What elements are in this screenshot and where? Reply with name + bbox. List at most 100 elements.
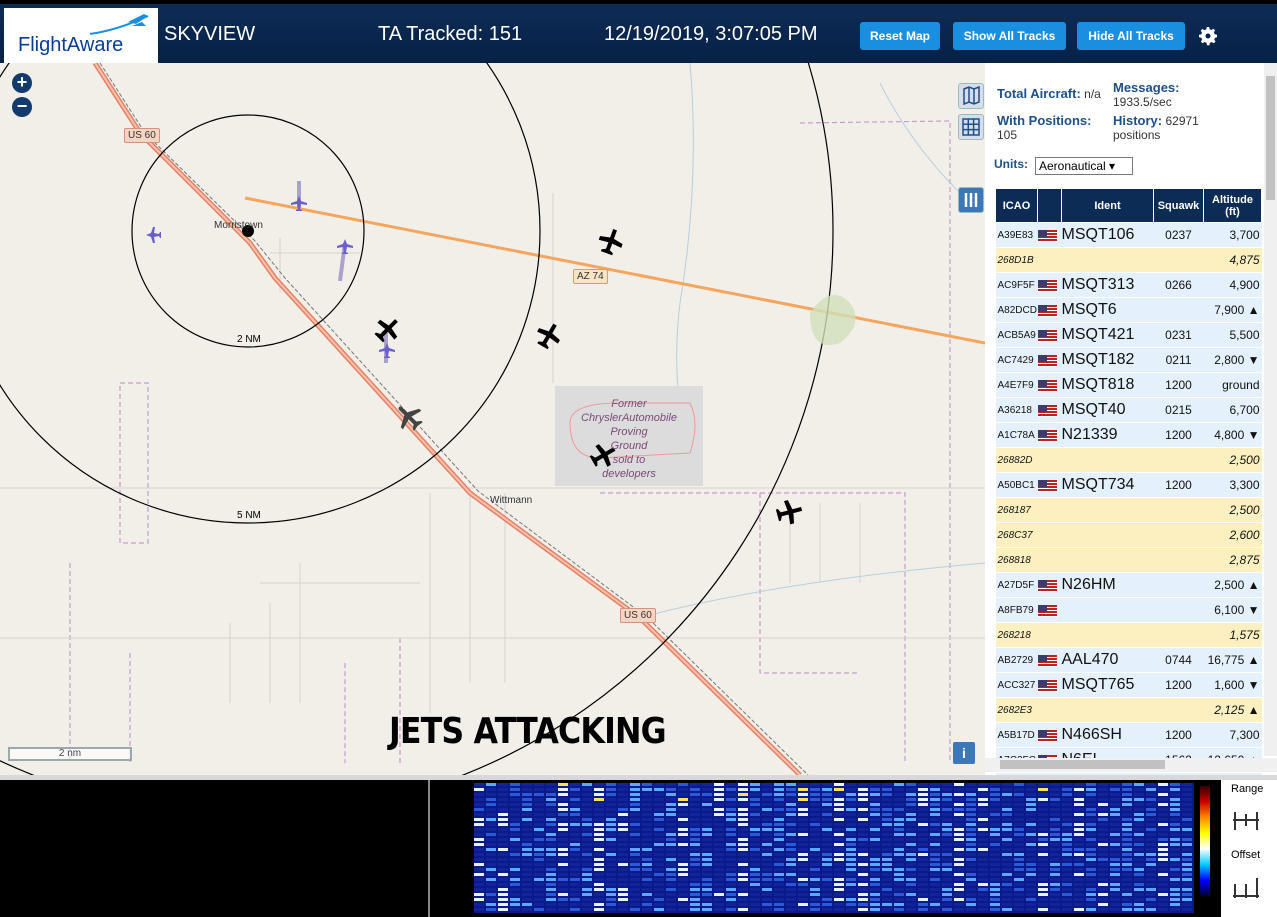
icao-cell: A8FB79 <box>995 597 1038 623</box>
altitude-cell: 6,700 <box>1203 397 1262 423</box>
aircraft-row[interactable]: AC7429 MSQT182 0211 2,800 ▼ <box>995 347 1262 373</box>
range-label: Range <box>1231 783 1264 795</box>
hide-all-tracks-button[interactable]: Hide All Tracks <box>1077 22 1185 50</box>
aircraft-row[interactable]: A4E7F9 MSQT818 1200 ground <box>995 372 1262 398</box>
altitude-cell: 1,575 <box>1203 622 1262 648</box>
scale-bar: 2 nm <box>8 747 132 761</box>
ident-cell <box>1061 497 1154 523</box>
icao-cell: 268C37 <box>995 522 1038 548</box>
aircraft-row[interactable]: A36218 MSQT40 0215 6,700 <box>995 397 1262 423</box>
flag-cell <box>1037 597 1062 623</box>
column-header-squawk[interactable]: Squawk <box>1153 188 1204 223</box>
info-button[interactable]: i <box>953 742 975 764</box>
map-view[interactable]: + − US 60 US 60 AZ 74 Morristown Wittman… <box>0 63 985 775</box>
us-flag-icon <box>1037 229 1057 242</box>
aircraft-row[interactable]: A39E83 MSQT106 0237 3,700 <box>995 222 1262 248</box>
area-label-line: ChryslerAutomobile <box>581 412 677 424</box>
column-header-flag[interactable] <box>1037 188 1062 223</box>
icao-cell: A5B17D <box>995 722 1038 748</box>
flag-cell <box>1037 247 1062 273</box>
aircraft-row[interactable]: 268187 2,500 <box>995 497 1262 523</box>
column-header-ident[interactable]: Ident <box>1061 188 1154 223</box>
squawk-cell <box>1153 547 1204 573</box>
history-label: History: <box>1113 113 1163 128</box>
sidebar-scroll-thumb[interactable] <box>1266 76 1275 200</box>
units-select[interactable]: Aeronautical ▾ <box>1035 157 1133 175</box>
aircraft-row[interactable]: 268D1B 4,875 <box>995 247 1262 273</box>
aircraft-row[interactable]: 268C37 2,600 <box>995 522 1262 548</box>
ring-label-5nm: 5 NM <box>237 510 261 521</box>
boundary-lines <box>69 120 951 763</box>
altitude-cell: ground <box>1203 372 1262 398</box>
ident-cell: MSQT106 <box>1061 222 1154 248</box>
squawk-cell <box>1153 247 1204 273</box>
ident-cell: MSQT765 <box>1061 672 1154 698</box>
flag-cell <box>1037 397 1062 423</box>
squawk-cell: 1200 <box>1153 722 1204 748</box>
icao-cell: A50BC1 <box>995 472 1038 498</box>
flag-cell <box>1037 522 1062 548</box>
aircraft-row[interactable]: AC9F5F MSQT313 0266 4,900 <box>995 272 1262 298</box>
road-label-az74: AZ 74 <box>573 269 608 284</box>
aircraft-row[interactable]: A5B17D N466SH 1200 7,300 <box>995 722 1262 748</box>
with-positions-value: 105 <box>997 128 1018 142</box>
column-header-altitude[interactable]: Altitude (ft) <box>1203 188 1262 223</box>
ident-cell: MSQT6 <box>1061 297 1154 323</box>
ident-cell <box>1061 547 1154 573</box>
map-layers-button[interactable] <box>958 83 984 109</box>
us-flag-icon <box>1037 304 1057 317</box>
flag-cell <box>1037 472 1062 498</box>
columns-icon <box>964 193 978 207</box>
us-flag-icon <box>1037 329 1057 342</box>
messages-stat: Messages: 1933.5/sec <box>1113 81 1179 110</box>
aircraft-row[interactable]: 2682E3 2,125 ▲ <box>995 697 1262 723</box>
reset-map-button[interactable]: Reset Map <box>860 22 940 50</box>
squawk-cell: 0237 <box>1153 222 1204 248</box>
grid-toggle-button[interactable] <box>958 114 984 140</box>
aircraft-row[interactable]: A50BC1 MSQT734 1200 3,300 <box>995 472 1262 498</box>
ident-cell: N21339 <box>1061 422 1154 448</box>
altitude-cell: 2,800 ▼ <box>1203 347 1262 373</box>
columns-toggle-button[interactable] <box>958 187 984 213</box>
show-all-tracks-button[interactable]: Show All Tracks <box>953 22 1066 50</box>
gear-icon[interactable] <box>1196 24 1220 48</box>
flag-cell <box>1037 622 1062 648</box>
aircraft-row[interactable]: ACC327 MSQT765 1200 1,600 ▼ <box>995 672 1262 698</box>
zoom-out-button[interactable]: − <box>12 97 32 117</box>
flag-cell <box>1037 347 1062 373</box>
altitude-cell: 6,100 ▼ <box>1203 597 1262 623</box>
aircraft-icon <box>379 343 395 358</box>
squawk-cell: 0744 <box>1153 647 1204 673</box>
aircraft-row[interactable]: A8FB79 6,100 ▼ <box>995 597 1262 623</box>
map-canvas[interactable] <box>0 63 985 775</box>
aircraft-row[interactable]: A82DCD MSQT6 7,900 ▲ <box>995 297 1262 323</box>
aircraft-row[interactable]: 26882D 2,500 <box>995 447 1262 473</box>
altitude-cell: 3,700 <box>1203 222 1262 248</box>
aircraft-row[interactable]: 268218 1,575 <box>995 622 1262 648</box>
ident-cell: MSQT40 <box>1061 397 1154 423</box>
icao-cell: A27D5F <box>995 572 1038 598</box>
sidebar-hscroll-thumb[interactable] <box>1000 760 1165 769</box>
aircraft-row[interactable]: AB2729 AAL470 0744 16,775 ▲ <box>995 647 1262 673</box>
top-header: FlightAware SKYVIEW TA Tracked: 151 12/1… <box>0 0 1277 66</box>
altitude-cell: 1,600 ▼ <box>1203 672 1262 698</box>
aircraft-table: ICAO Ident Squawk Altitude (ft) A39E83 MS… <box>995 188 1262 775</box>
flag-cell <box>1037 297 1062 323</box>
ident-cell <box>1061 447 1154 473</box>
us-flag-icon <box>1037 354 1057 367</box>
range-slider[interactable] <box>1231 808 1261 832</box>
flag-cell <box>1037 572 1062 598</box>
aircraft-row[interactable]: A1C78A N21339 1200 4,800 ▼ <box>995 422 1262 448</box>
creeks <box>619 63 985 624</box>
aircraft-row[interactable]: ACB5A9 MSQT421 0231 5,500 <box>995 322 1262 348</box>
aircraft-sidebar: Total Aircraft: n/a With Positions: 105 … <box>985 63 1277 775</box>
aircraft-row[interactable]: 268818 2,875 <box>995 547 1262 573</box>
altitude-cell: 2,875 <box>1203 547 1262 573</box>
terrain-patch <box>810 295 856 345</box>
aircraft-row[interactable]: A27D5F N26HM 2,500 ▲ <box>995 572 1262 598</box>
zoom-in-button[interactable]: + <box>12 73 32 93</box>
column-header-icao[interactable]: ICAO <box>995 188 1038 223</box>
jets-attacking-caption: JETS ATTACKING <box>389 711 667 752</box>
offset-slider[interactable] <box>1231 876 1261 900</box>
flightaware-logo[interactable]: FlightAware <box>4 8 158 66</box>
